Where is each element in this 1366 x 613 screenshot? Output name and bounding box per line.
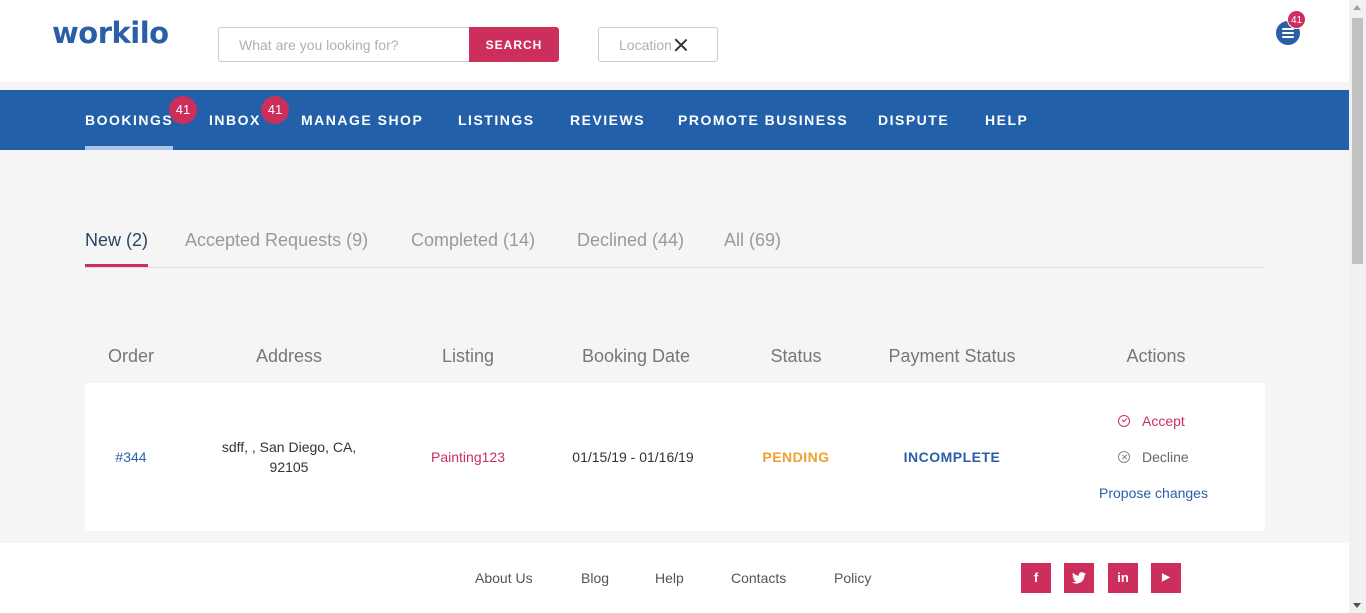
nav-item-dispute[interactable]: DISPUTE [878,90,949,150]
search-button[interactable]: SEARCH [469,27,559,62]
scroll-up-icon[interactable] [1353,5,1361,10]
header: workilo SEARCH Location 41 [0,0,1349,82]
logo[interactable]: workilo [52,16,169,50]
booking-tabs: New (2) Accepted Requests (9) Completed … [85,224,1265,268]
decline-button[interactable]: Decline [1118,449,1189,465]
accept-button[interactable]: Accept [1118,413,1185,429]
order-link[interactable]: #344 [115,449,146,465]
footer-link-blog[interactable]: Blog [581,570,609,586]
tab-declined[interactable]: Declined (44) [577,224,684,267]
nav-item-manage-shop[interactable]: MANAGE SHOP [301,90,423,150]
decline-label: Decline [1142,449,1189,465]
payment-status-badge: INCOMPLETE [903,449,1001,465]
x-circle-icon [1118,451,1130,463]
address-cell: sdff, , San Diego, CA, 92105 [221,439,357,475]
linkedin-icon[interactable]: in [1108,563,1138,593]
location-field[interactable]: Location [598,27,718,62]
column-header-actions: Actions [1126,346,1186,366]
column-header-listing: Listing [441,346,495,366]
tab-accepted-requests[interactable]: Accepted Requests (9) [185,224,368,267]
booking-date-cell: 01/15/19 - 01/16/19 [572,449,694,465]
search-input[interactable] [218,27,469,62]
table-row: #344 sdff, , San Diego, CA, 92105 Painti… [85,383,1265,531]
scrollbar[interactable] [1349,0,1366,613]
nav-item-help[interactable]: HELP [985,90,1028,150]
main-nav: BOOKINGS INBOX MANAGE SHOP LISTINGS REVI… [0,90,1349,150]
twitter-icon[interactable] [1064,563,1094,593]
footer-link-help[interactable]: Help [655,570,684,586]
nav-item-reviews[interactable]: REVIEWS [570,90,645,150]
close-icon[interactable] [674,38,688,52]
tab-new[interactable]: New (2) [85,224,149,267]
status-badge: PENDING [762,449,830,465]
tab-completed[interactable]: Completed (14) [411,224,535,267]
bookings-badge: 41 [169,96,197,124]
nav-item-listings[interactable]: LISTINGS [458,90,535,150]
footer: About Us Blog Help Contacts Policy f in … [0,543,1349,613]
propose-changes-link[interactable]: Propose changes [1099,485,1208,501]
tab-all[interactable]: All (69) [724,224,781,267]
youtube-icon[interactable]: ▶ [1151,563,1181,593]
accept-label: Accept [1142,413,1185,429]
column-header-payment-status: Payment Status [888,346,1016,366]
nav-item-promote-business[interactable]: PROMOTE BUSINESS [678,90,848,150]
facebook-icon[interactable]: f [1021,563,1051,593]
column-header-status: Status [770,346,822,366]
check-circle-icon [1118,415,1130,427]
column-header-order: Order [107,346,155,366]
notification-badge: 41 [1287,10,1306,29]
search-bar: SEARCH [218,27,559,62]
scroll-thumb[interactable] [1352,18,1363,264]
column-header-booking-date: Booking Date [581,346,691,366]
inbox-badge: 41 [261,96,289,124]
footer-link-about-us[interactable]: About Us [475,570,533,586]
location-placeholder: Location [619,36,672,53]
scroll-down-icon[interactable] [1353,603,1361,608]
nav-item-bookings[interactable]: BOOKINGS [85,90,174,150]
nav-item-inbox[interactable]: INBOX [209,90,261,150]
listing-link[interactable]: Painting123 [431,449,505,465]
column-header-address: Address [255,346,323,366]
twitter-bird-icon [1072,572,1086,584]
footer-link-contacts[interactable]: Contacts [731,570,786,586]
footer-link-policy[interactable]: Policy [834,570,871,586]
